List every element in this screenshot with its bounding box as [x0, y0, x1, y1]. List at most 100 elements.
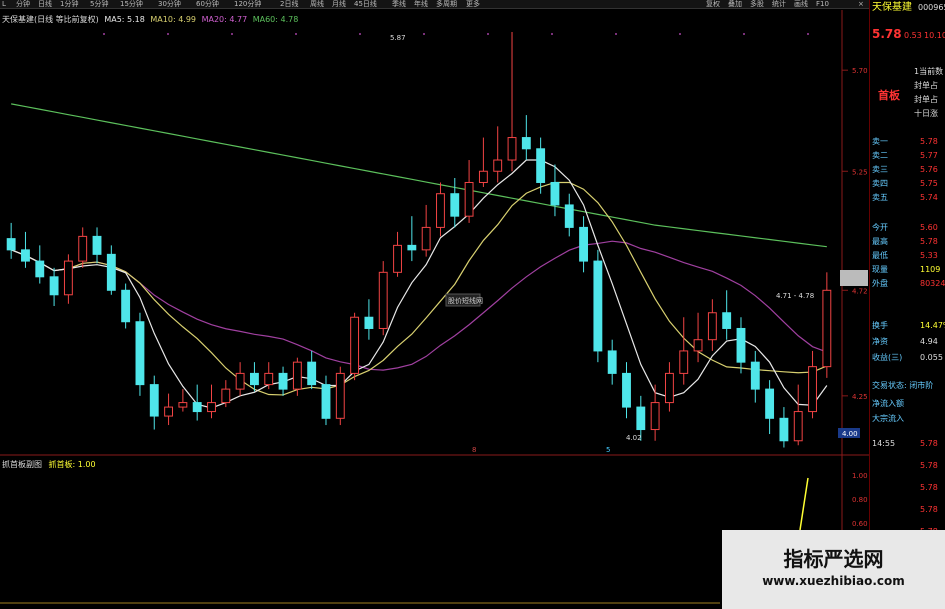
stat-row-label: 最高 [872, 237, 888, 246]
candle-body [550, 181, 560, 206]
price-highlight-box [840, 270, 868, 286]
candle-body [207, 402, 216, 413]
kline-chart[interactable]: 5.705.254.724.254.001.000.800.600.405.87… [0, 0, 869, 609]
candle-body [135, 321, 145, 386]
tick-price: 5.78 [920, 439, 938, 448]
candle-body [679, 350, 689, 374]
tick-price: 5.78 [920, 483, 938, 492]
top-dot-marker [359, 33, 361, 35]
indicator-tick-label: 1.00 [852, 472, 868, 480]
candle-body [521, 137, 531, 150]
top-dot-marker [295, 33, 297, 35]
ask-row-value: 5.77 [920, 151, 938, 160]
board-stat-line: 1当前数 [914, 67, 944, 76]
quote-panel: 天保基建 000965 5.78 0.53 10.10 首板 交易状态: 闭市阶… [869, 0, 945, 609]
current-price-label: 4.00 [842, 430, 858, 438]
candle-body [49, 276, 59, 296]
top-dot-marker [807, 33, 809, 35]
candle-body [6, 238, 16, 251]
candle-body [793, 411, 803, 442]
top-dot-marker [679, 33, 681, 35]
ma10-line [10, 181, 828, 396]
candle-body [450, 193, 460, 217]
stat-row-value: 803247 [920, 279, 945, 288]
candle-body [808, 366, 817, 413]
candle-body [149, 384, 159, 417]
indicator-tick-label: 0.80 [852, 496, 868, 504]
price-change-pct: 10.10 [924, 31, 945, 40]
price-tick-label: 5.25 [852, 168, 868, 176]
price-tick-label: 5.70 [852, 67, 868, 75]
stat-row-value: 5.60 [920, 223, 938, 232]
candle-body [378, 271, 388, 329]
candle-body [664, 372, 674, 404]
candle-body [707, 312, 717, 341]
candle-body [106, 253, 116, 291]
candle-body [436, 193, 445, 228]
candle-body [536, 148, 546, 183]
extra-row-label: 换手 [872, 321, 888, 330]
candle-body [63, 260, 73, 296]
indicator-value: 抓首板: 1.00 [48, 460, 96, 469]
candle-body [35, 260, 45, 278]
ask-row-value: 5.76 [920, 165, 938, 174]
candle-body [393, 244, 402, 273]
candle-body [350, 316, 360, 374]
date-marker: 8 [472, 446, 476, 454]
candle-body [278, 372, 288, 390]
candle-body [78, 235, 88, 262]
candle-body [564, 204, 574, 228]
extra-row-value: 14.47% [920, 321, 945, 330]
candle-body [622, 372, 631, 408]
candle-body [693, 339, 703, 352]
top-dot-marker [167, 33, 169, 35]
top-dot-marker [487, 33, 489, 35]
candle-body [593, 260, 603, 352]
candle-body [421, 226, 431, 251]
candle-body [364, 316, 374, 329]
ask-row-value: 5.74 [920, 193, 938, 202]
indicator-name: 抓首板副图 [2, 460, 42, 469]
candle-body [249, 372, 259, 386]
stat-row-label: 最低 [872, 251, 888, 260]
ask-row-value: 5.75 [920, 179, 938, 188]
tick-price: 5.78 [920, 461, 938, 470]
candle-body [736, 327, 746, 363]
candle-body [722, 312, 732, 329]
candle-body [235, 372, 245, 390]
annotation-box-text: 股价短线网 [448, 296, 483, 305]
ask-row-label: 卖三 [872, 165, 888, 174]
candle-body [335, 372, 345, 419]
board-stat-line: 封单占 [914, 81, 938, 90]
top-dot-marker [551, 33, 553, 35]
top-dot-marker [423, 33, 425, 35]
top-dot-marker [743, 33, 745, 35]
candle-body [192, 402, 202, 413]
watermark-url: www.xuezhibiao.com [762, 574, 905, 588]
indicator-tick-label: 0.60 [852, 520, 868, 528]
tick-time: 14:55 [872, 439, 896, 448]
indicator-legend: 抓首板副图 抓首板: 1.00 [2, 460, 96, 470]
candle-body [779, 417, 789, 442]
extra-row-value: 0.055 [920, 353, 943, 362]
candle-body [493, 159, 503, 172]
board-stat-line: 封单占 [914, 95, 938, 104]
candle-body [750, 361, 760, 390]
candle-body [221, 388, 231, 404]
candle-body [21, 249, 30, 262]
high-label: 5.87 [390, 34, 406, 42]
stat-row-label: 现量 [872, 265, 888, 274]
candle-body [121, 289, 131, 323]
candle-body [636, 406, 646, 431]
candle-body [822, 289, 832, 368]
candle-body [464, 181, 474, 217]
low-label: 4.02 [626, 434, 642, 442]
ask-row-label: 卖二 [872, 151, 888, 160]
candle-body [478, 170, 488, 183]
indicator-signal-line [799, 477, 809, 531]
top-dot-marker [615, 33, 617, 35]
price-tick-label: 4.72 [852, 287, 868, 295]
stat-row-label: 今开 [872, 223, 888, 232]
tick-price: 5.78 [920, 505, 938, 514]
board-stat-line: 十日涨 [914, 109, 938, 118]
